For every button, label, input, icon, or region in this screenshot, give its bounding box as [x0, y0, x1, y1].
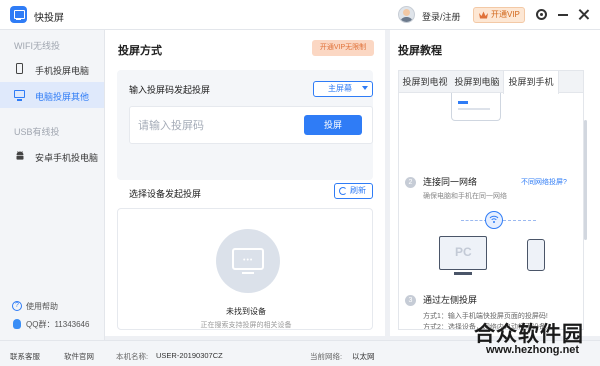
- screen-mode-select[interactable]: 主屏幕: [313, 81, 373, 97]
- minimize-icon[interactable]: [558, 14, 568, 16]
- tutorial-content: 2 连接同一网络 不同网络投屏? 确保电脑和手机在同一网络 PC 3 通过左侧投…: [399, 93, 583, 330]
- machine-name-label: 本机名称:: [116, 352, 149, 361]
- cast-code-input[interactable]: [138, 118, 298, 134]
- app-title: 快投屏: [34, 13, 64, 24]
- step-instructions: 方式1：输入手机端快投屏页面的投屏码! 方式2：选择设备，网络内自动搜索设备。: [423, 311, 553, 330]
- connection-line: [503, 220, 536, 221]
- wifi-icon: [489, 215, 499, 223]
- cast-method-panel: 投屏方式 开通VIP无限制 输入投屏码发起投屏 主屏幕 投屏 选择设备发起投屏 …: [105, 30, 385, 336]
- device-list-area: ••• 未找到设备 正在搜索支持投屏的相关设备: [117, 208, 373, 330]
- scrollbar[interactable]: [584, 120, 587, 240]
- pc-label: PC: [455, 245, 472, 259]
- chevron-down-icon: [362, 86, 368, 90]
- settings-icon[interactable]: [536, 9, 547, 20]
- machine-name-value: USER-20190307CZ: [156, 351, 223, 360]
- contact-support-link[interactable]: 联系客服: [10, 351, 40, 362]
- tab-cast-to-tv[interactable]: 投屏到电视: [399, 71, 451, 93]
- tutorial-title: 投屏教程: [398, 45, 442, 57]
- avatar[interactable]: [398, 6, 415, 23]
- tutorial-panel: 投屏教程 投屏到电视 投屏到电脑 投屏到手机 2 连接同一网络 不同网络投屏? …: [390, 30, 600, 336]
- tab-cast-to-phone[interactable]: 投屏到手机: [503, 71, 559, 94]
- no-device-title: 未找到设备: [226, 307, 266, 316]
- android-icon: [16, 151, 24, 160]
- code-input-box: 投屏: [129, 106, 373, 144]
- phone-icon: [16, 63, 23, 74]
- step-instruction-line: 方式1：输入手机端快投屏页面的投屏码!: [423, 313, 548, 320]
- vip-button[interactable]: 开通VIP: [473, 7, 525, 23]
- code-section-title: 输入投屏码发起投屏: [129, 85, 211, 95]
- phone-screen-illustration: [451, 93, 501, 121]
- tutorial-tab-bar: 投屏到电视 投屏到电脑 投屏到手机: [399, 71, 583, 94]
- tutorial-box: 投屏到电视 投屏到电脑 投屏到手机 2 连接同一网络 不同网络投屏? 确保电脑和…: [398, 70, 584, 330]
- network-label: 当前网络:: [310, 352, 343, 361]
- sidebar-item-label: 电脑投屏其他: [35, 92, 90, 102]
- title-bar: 快投屏 登录/注册 开通VIP: [0, 0, 600, 30]
- no-device-illustration: •••: [216, 229, 280, 293]
- device-section-title: 选择设备发起投屏: [129, 189, 202, 199]
- step-title: 通过左侧投屏: [423, 295, 478, 305]
- network-value: 以太网: [352, 352, 375, 361]
- sidebar-item-android-to-pc[interactable]: 安卓手机投电脑: [0, 143, 104, 169]
- step-title: 连接同一网络: [423, 177, 478, 187]
- usb-section-label: USB有线投: [14, 127, 60, 137]
- different-network-link[interactable]: 不同网络投屏?: [521, 177, 567, 187]
- login-register-link[interactable]: 登录/注册: [422, 10, 461, 23]
- wifi-illustration: [485, 211, 503, 229]
- qq-group-label: QQ群：11343646: [26, 320, 90, 329]
- tv-icon: •••: [232, 248, 264, 274]
- refresh-button[interactable]: 刷新: [334, 183, 373, 199]
- qq-icon: [13, 319, 21, 329]
- step-number: 3: [405, 295, 416, 306]
- cast-button[interactable]: 投屏: [304, 115, 362, 135]
- screen-mode-value: 主屏幕: [328, 84, 352, 93]
- close-icon[interactable]: [578, 9, 589, 20]
- refresh-label: 刷新: [350, 186, 366, 195]
- crown-icon: [479, 11, 488, 19]
- step-subtitle: 确保电脑和手机在同一网络: [423, 193, 507, 200]
- status-bar: 联系客服 软件官网 本机名称: USER-20190307CZ 当前网络: 以太…: [0, 340, 600, 366]
- official-website-link[interactable]: 软件官网: [64, 351, 94, 362]
- monitor-icon: [14, 90, 25, 101]
- code-cast-section: 输入投屏码发起投屏 主屏幕 投屏: [117, 70, 373, 180]
- wifi-section-label: WIFI无线投: [14, 41, 60, 51]
- sidebar-item-pc-to-other[interactable]: 电脑投屏其他: [0, 82, 104, 108]
- step-instruction-line: 方式2：选择设备，网络内自动搜索设备。: [423, 324, 553, 330]
- help-label: 使用帮助: [26, 302, 58, 311]
- vip-button-label: 开通VIP: [491, 10, 520, 19]
- step-number: 2: [405, 177, 416, 188]
- vip-unlimited-button[interactable]: 开通VIP无限制: [312, 40, 374, 56]
- sidebar-item-label: 手机投屏电脑: [35, 66, 90, 76]
- app-logo-icon: [10, 6, 27, 23]
- connection-line: [461, 220, 487, 221]
- refresh-icon: [339, 187, 347, 195]
- phone-illustration: [527, 239, 545, 271]
- no-device-subtitle: 正在搜索支持投屏的相关设备: [200, 322, 292, 329]
- pc-illustration: PC: [439, 236, 487, 275]
- sidebar: WIFI无线投 手机投屏电脑 电脑投屏其他 USB有线投 安卓手机投电脑 ? 使…: [0, 30, 105, 366]
- tab-cast-to-pc[interactable]: 投屏到电脑: [451, 71, 503, 93]
- cast-method-title: 投屏方式: [118, 45, 162, 57]
- sidebar-item-label: 安卓手机投电脑: [35, 153, 99, 163]
- help-icon: ?: [12, 301, 22, 311]
- sidebar-item-phone-to-pc[interactable]: 手机投屏电脑: [0, 56, 104, 82]
